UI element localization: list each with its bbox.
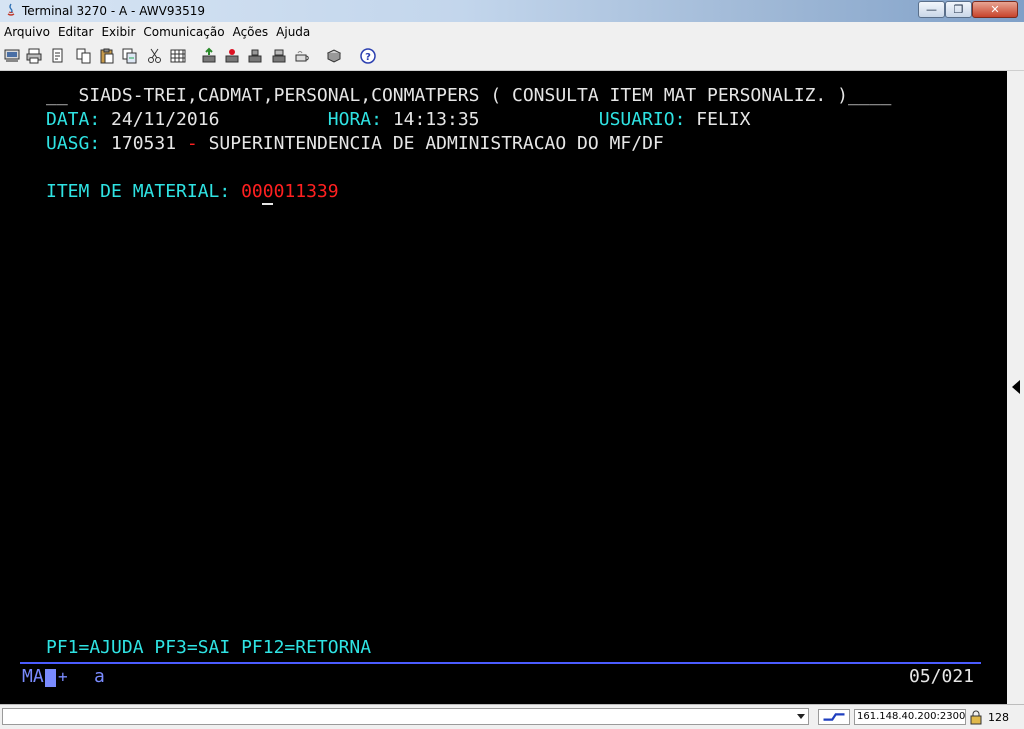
oia-plus-indicator: + bbox=[58, 667, 68, 686]
lock-icon bbox=[970, 710, 982, 725]
screen-header: __ SIADS-TREI,CADMAT,PERSONAL,CONMATPERS… bbox=[46, 84, 891, 108]
record-macro-icon[interactable] bbox=[270, 47, 288, 65]
help-icon[interactable]: ? bbox=[359, 47, 377, 65]
menu-editar[interactable]: Editar bbox=[54, 25, 98, 39]
uasg-name: SUPERINTENDENCIA DE ADMINISTRACAO DO MF/… bbox=[208, 133, 664, 154]
cursor-position: 05/021 bbox=[909, 666, 975, 687]
uasg-line: UASG: 170531 - SUPERINTENDENCIA DE ADMIN… bbox=[46, 132, 664, 156]
chevron-down-icon[interactable] bbox=[797, 714, 805, 719]
minimize-button[interactable]: — bbox=[918, 1, 945, 18]
uasg-separator: - bbox=[186, 133, 198, 154]
print-screen-icon[interactable] bbox=[3, 47, 21, 65]
minimize-icon: — bbox=[926, 3, 937, 16]
menu-comunicacao[interactable]: Comunicação bbox=[139, 25, 228, 39]
page-setup-icon[interactable] bbox=[49, 47, 67, 65]
status-bar: 161.148.40.200:23000 128 bbox=[0, 704, 1024, 729]
restore-icon: ❐ bbox=[953, 3, 964, 16]
function-keys-line: PF1=AJUDA PF3=SAI PF12=RETORNA bbox=[46, 637, 372, 658]
user-label: USUARIO: bbox=[598, 109, 686, 130]
uasg-label: UASG: bbox=[46, 133, 101, 154]
oia-cursor-block bbox=[45, 669, 56, 687]
oia-separator bbox=[20, 662, 981, 664]
status-message-field[interactable] bbox=[2, 708, 809, 725]
svg-text:?: ? bbox=[365, 52, 371, 63]
connection-status-icon bbox=[818, 709, 850, 725]
copy-append-icon[interactable] bbox=[121, 47, 139, 65]
menu-ajuda[interactable]: Ajuda bbox=[272, 25, 314, 39]
menu-arquivo[interactable]: Arquivo bbox=[0, 25, 54, 39]
terminal-screen[interactable]: __ SIADS-TREI,CADMAT,PERSONAL,CONMATPERS… bbox=[0, 71, 1007, 704]
item-material-label: ITEM DE MATERIAL: bbox=[46, 181, 231, 202]
user-value: FELIX bbox=[696, 109, 751, 130]
uasg-code: 170531 bbox=[111, 133, 177, 154]
time-value: 14:13:35 bbox=[392, 109, 480, 130]
cut-icon[interactable] bbox=[146, 47, 164, 65]
item-material-input[interactable]: 000011339 bbox=[241, 181, 339, 202]
header-prefix: __ bbox=[46, 85, 79, 106]
date-value: 24/11/2016 bbox=[111, 109, 220, 130]
host-address: 161.148.40.200:23000 bbox=[854, 709, 966, 725]
maximize-button[interactable]: ❐ bbox=[945, 1, 972, 18]
title-bar: Terminal 3270 - A - AWV93519 — ❐ ✕ bbox=[0, 0, 1024, 23]
time-label: HORA: bbox=[327, 109, 382, 130]
toolbar: ? bbox=[0, 42, 1024, 71]
oia-a-indicator: a bbox=[94, 666, 105, 687]
menu-acoes[interactable]: Ações bbox=[229, 25, 273, 39]
paste-icon[interactable] bbox=[98, 47, 116, 65]
window-title: Terminal 3270 - A - AWV93519 bbox=[22, 4, 205, 18]
print-icon[interactable] bbox=[25, 47, 43, 65]
expand-panel-arrow-icon[interactable] bbox=[1012, 380, 1020, 394]
receive-file-icon[interactable] bbox=[223, 47, 241, 65]
header-command: SIADS-TREI,CADMAT,PERSONAL,CONMATPERS ( … bbox=[78, 85, 848, 106]
date-time-user-line: DATA: 24/11/2016 HORA: 14:13:35 USUARIO:… bbox=[46, 108, 750, 132]
menu-exibir[interactable]: Exibir bbox=[97, 25, 139, 39]
java-app-icon bbox=[7, 3, 15, 16]
menu-bar: Arquivo Editar Exibir Comunicação Ações … bbox=[0, 22, 1024, 42]
workstation-icon[interactable] bbox=[325, 47, 343, 65]
transfer-icon[interactable] bbox=[246, 47, 264, 65]
macro-play-icon[interactable] bbox=[294, 47, 312, 65]
send-file-icon[interactable] bbox=[200, 47, 218, 65]
item-material-line: ITEM DE MATERIAL: 000011339 bbox=[46, 180, 339, 204]
date-label: DATA: bbox=[46, 109, 101, 130]
keypad-icon[interactable] bbox=[169, 47, 187, 65]
oia-mode-indicator: MA bbox=[22, 666, 44, 687]
text-cursor bbox=[262, 203, 273, 205]
encryption-strength: 128 bbox=[988, 711, 1009, 724]
close-icon: ✕ bbox=[990, 3, 1000, 16]
close-button[interactable]: ✕ bbox=[972, 1, 1018, 18]
copy-icon[interactable] bbox=[75, 47, 93, 65]
header-suffix: ____ bbox=[847, 85, 892, 106]
